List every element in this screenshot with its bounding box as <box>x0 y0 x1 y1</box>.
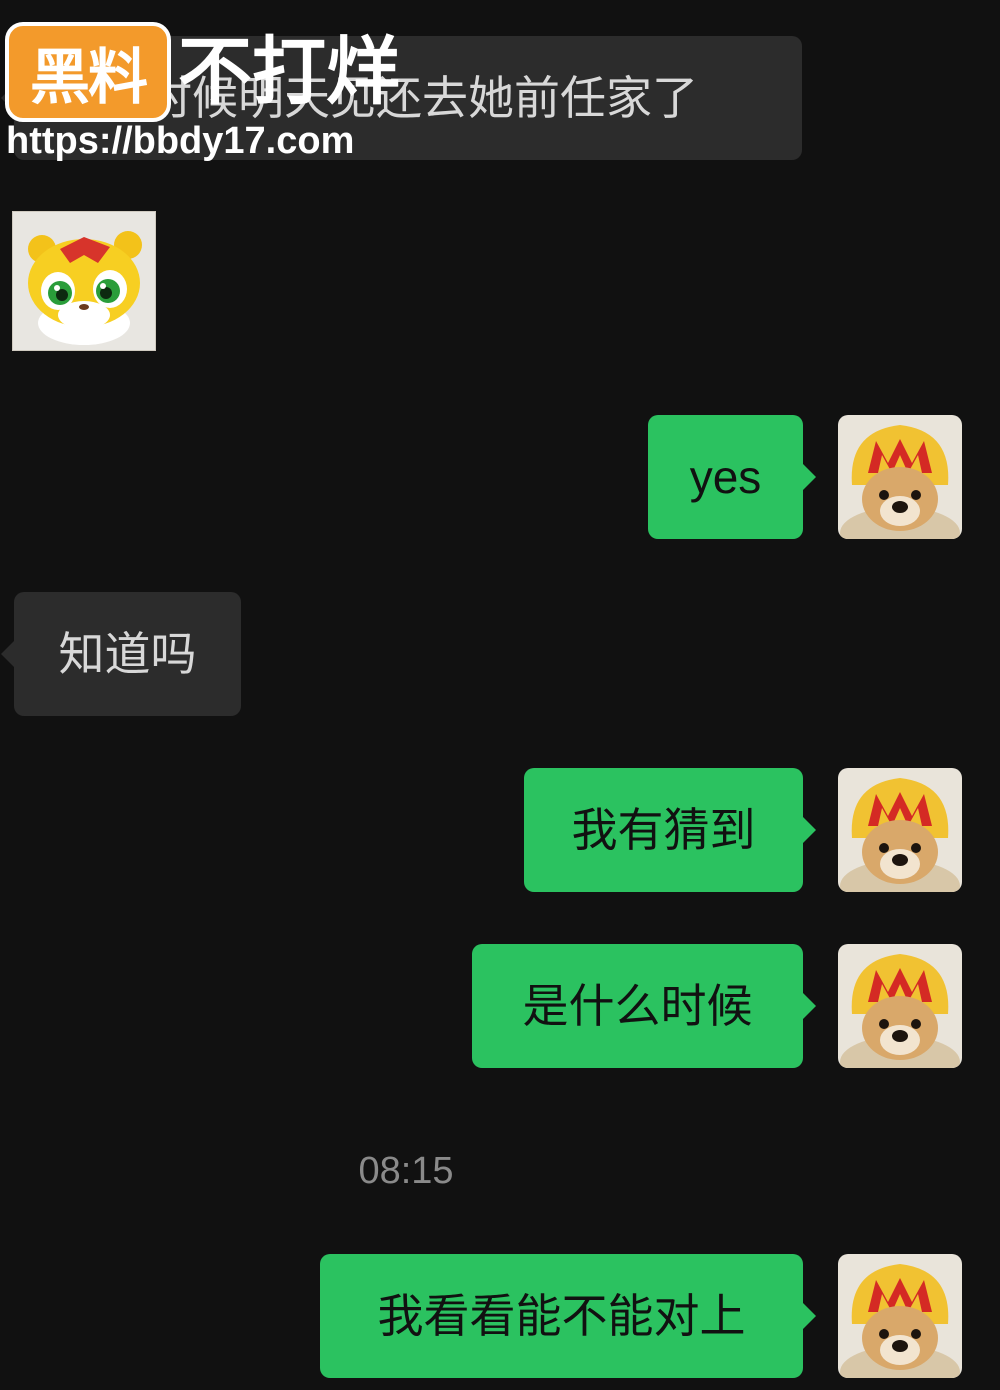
message-text: 我看看能不能对上 <box>377 1289 746 1343</box>
self-avatar[interactable] <box>838 1254 962 1378</box>
message-text: yes <box>689 451 762 503</box>
self-avatar[interactable] <box>838 415 962 539</box>
message-text: 是什么时候 <box>522 979 753 1033</box>
message-text: 我有猜到 <box>571 803 756 857</box>
watermark-url: https://bbdy17.com <box>6 120 355 162</box>
message-timestamp: 08:15 <box>358 1150 454 1192</box>
outgoing-message-bubble[interactable]: 是什么时候 <box>472 944 816 1068</box>
message-text: 知道吗 <box>58 627 197 681</box>
outgoing-message-bubble[interactable]: 我看看能不能对上 <box>320 1254 816 1378</box>
dog-mcdonalds-hat-icon <box>838 768 962 892</box>
tiger-sticker-icon <box>12 211 156 351</box>
dog-mcdonalds-hat-icon <box>838 944 962 1068</box>
outgoing-message-bubble[interactable]: 我有猜到 <box>524 768 816 892</box>
watermark-badge: 黑料 <box>5 22 171 122</box>
watermark-text: 不打烊 <box>178 29 400 115</box>
outgoing-message-bubble[interactable]: yes <box>648 415 816 539</box>
self-avatar[interactable] <box>838 944 962 1068</box>
incoming-message-bubble[interactable]: 知道吗 <box>1 592 241 716</box>
tiger-sticker-image[interactable] <box>12 211 156 351</box>
watermark-overlay: 黑料 不打烊 https://bbdy17.com <box>0 14 450 174</box>
dog-mcdonalds-hat-icon <box>838 1254 962 1378</box>
chat-screen: 那个时候明天见还去她前任家了 yes 知道吗 我有猜到 是什么时候 08:15 … <box>0 0 1000 1390</box>
self-avatar[interactable] <box>838 768 962 892</box>
dog-mcdonalds-hat-icon <box>838 415 962 539</box>
